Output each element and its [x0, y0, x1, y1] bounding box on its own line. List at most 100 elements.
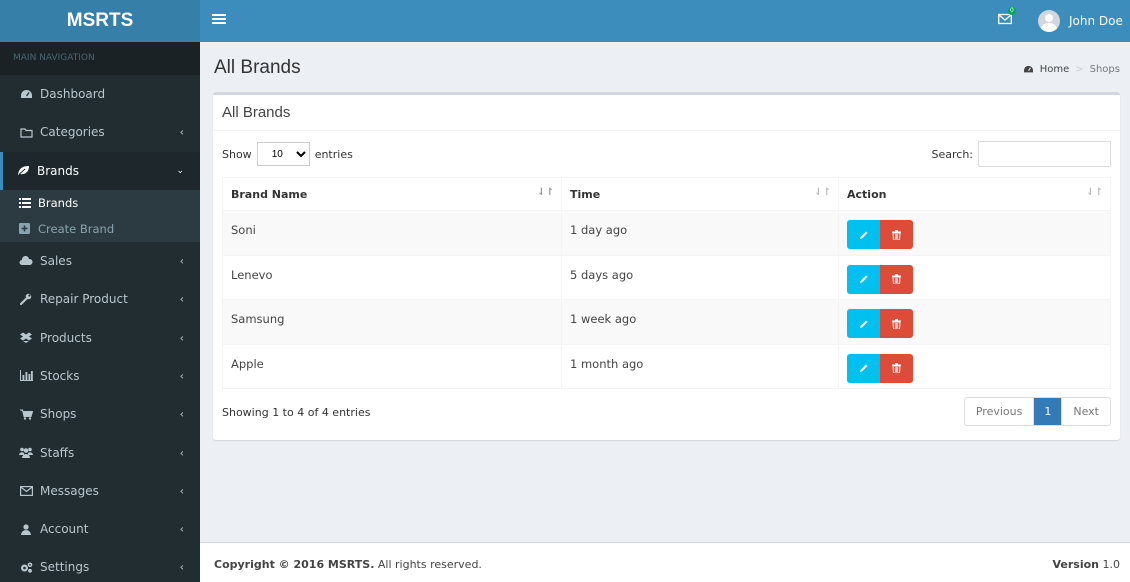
brand-name-cell: Samsung: [222, 299, 562, 345]
messages-button[interactable]: 0: [998, 7, 1016, 29]
chevron-left-icon: ‹: [179, 407, 184, 421]
avatar: [1038, 10, 1060, 32]
top-navbar: 0 John Doe: [200, 0, 1130, 42]
user-menu[interactable]: John Doe: [1038, 9, 1123, 33]
delete-button[interactable]: [880, 220, 913, 249]
breadcrumb-current: Shops: [1089, 64, 1120, 75]
sidebar-item-label: Stocks: [40, 368, 80, 383]
sidebar-item-categories[interactable]: Categories ‹: [0, 113, 200, 151]
pencil-icon: [859, 275, 867, 283]
breadcrumb-home[interactable]: Home: [1023, 64, 1070, 75]
pagination-previous[interactable]: Previous: [965, 398, 1035, 425]
search-input[interactable]: [978, 141, 1111, 167]
chevron-left-icon: ‹: [179, 522, 184, 536]
pagination-next[interactable]: Next: [1061, 398, 1110, 425]
version: Version 1.0: [1052, 558, 1120, 571]
sidebar-item-products[interactable]: Products ‹: [0, 318, 200, 356]
folder-icon: [19, 125, 33, 139]
app-logo[interactable]: MSRTS: [0, 0, 200, 42]
sidebar-item-stocks[interactable]: Stocks ‹: [0, 357, 200, 395]
pagination: Previous 1 Next: [963, 397, 1111, 426]
sidebar-item-brands[interactable]: Brands ⌄: [0, 151, 200, 190]
sidebar-item-label: Repair Product: [40, 292, 128, 307]
sort-asc-icon: ⇃↾: [537, 187, 554, 198]
sidebar-item-dashboard[interactable]: Dashboard: [0, 75, 200, 113]
action-cell: [838, 210, 1111, 256]
submenu-item-brands[interactable]: Brands: [0, 190, 200, 216]
main-content: All Brands Home > Shops All Brands Show …: [200, 42, 1130, 542]
copyright-bold: Copyright © 2016 MSRTS.: [214, 558, 375, 571]
submenu-item-create-brand[interactable]: Create Brand: [0, 216, 200, 242]
footer: Copyright © 2016 MSRTS. All rights reser…: [200, 542, 1130, 582]
edit-button[interactable]: [847, 353, 880, 383]
plus-square-icon: [18, 223, 31, 235]
column-header-brand-name[interactable]: Brand Name ⇃↾: [222, 177, 562, 211]
edit-button[interactable]: [847, 309, 880, 338]
brands-table: Brand Name ⇃↾ Time ⇃↾ Action ⇃↾ Soni 1 day …: [222, 177, 1111, 389]
entries-label: entries: [314, 147, 353, 161]
sidebar-item-repair-product[interactable]: Repair Product ‹: [0, 280, 200, 318]
edit-button[interactable]: [847, 220, 880, 249]
page-length-select[interactable]: 10: [256, 142, 310, 166]
brands-submenu: Brands Create Brand: [0, 189, 200, 242]
trash-icon: [892, 363, 901, 373]
edit-button[interactable]: [847, 264, 880, 294]
table-row: Apple 1 month ago: [222, 343, 1111, 389]
sidebar-item-messages[interactable]: Messages ‹: [0, 472, 200, 510]
column-header-action[interactable]: Action ⇃↾: [838, 177, 1111, 211]
chevron-left-icon: ‹: [179, 125, 184, 139]
delete-button[interactable]: [880, 309, 913, 338]
cloud-icon: [19, 254, 33, 268]
dashboard-icon: [19, 87, 33, 101]
list-icon: [18, 197, 31, 208]
action-cell: [838, 299, 1111, 345]
delete-button[interactable]: [880, 264, 913, 294]
brand-name-cell: Soni: [222, 210, 562, 256]
sidebar-item-account[interactable]: Account ‹: [0, 510, 200, 548]
trash-icon: [892, 229, 901, 240]
column-label: Time: [570, 187, 601, 201]
breadcrumb: Home > Shops: [1023, 64, 1120, 75]
sidebar-item-shops[interactable]: Shops ‹: [0, 395, 200, 433]
chevron-left-icon: ‹: [179, 292, 184, 306]
table-row: Soni 1 day ago: [222, 210, 1111, 256]
table-row: Lenevo 5 days ago: [222, 254, 1111, 300]
brand-name-cell: Apple: [222, 343, 562, 389]
sort-icon: ⇃↾: [814, 187, 831, 198]
sidebar-item-label: Brands: [37, 163, 79, 178]
breadcrumb-home-label: Home: [1039, 64, 1070, 75]
sidebar-toggle-icon[interactable]: [212, 14, 226, 28]
copyright: Copyright © 2016 MSRTS. All rights reser…: [214, 558, 482, 571]
envelope-icon: [19, 484, 33, 498]
action-cell: [838, 254, 1111, 300]
dashboard-icon: [1023, 65, 1033, 73]
time-cell: 1 week ago: [561, 299, 839, 345]
delete-button[interactable]: [880, 353, 913, 383]
version-label: Version: [1052, 558, 1099, 571]
time-cell: 5 days ago: [561, 254, 839, 300]
pagination-page-1[interactable]: 1: [1034, 398, 1062, 425]
pencil-icon: [859, 364, 867, 372]
sidebar-section-label: MAIN NAVIGATION: [0, 42, 200, 75]
brands-box: All Brands Show 10 entries Search: Brand…: [213, 92, 1120, 440]
column-label: Action: [847, 187, 887, 201]
sidebar-item-settings[interactable]: Settings ‹: [0, 548, 200, 582]
chevron-left-icon: ‹: [179, 446, 184, 460]
column-label: Brand Name: [231, 187, 308, 201]
user-name: John Doe: [1069, 14, 1123, 28]
sidebar-item-staffs[interactable]: Staffs ‹: [0, 433, 200, 471]
cogs-icon: [19, 560, 33, 574]
sidebar-item-sales[interactable]: Sales ‹: [0, 242, 200, 280]
submenu-item-label: Brands: [38, 195, 79, 210]
sidebar-item-label: Account: [40, 522, 89, 537]
trash-icon: [892, 274, 901, 284]
sidebar-item-label: Staffs: [40, 445, 75, 460]
cart-icon: [19, 407, 33, 421]
sidebar-item-label: Categories: [40, 125, 105, 140]
chevron-left-icon: ‹: [179, 484, 184, 498]
wrench-icon: [19, 292, 33, 306]
submenu-item-label: Create Brand: [38, 221, 115, 236]
user-icon: [19, 522, 33, 536]
sidebar-item-label: Settings: [40, 560, 90, 575]
column-header-time[interactable]: Time ⇃↾: [561, 177, 839, 211]
